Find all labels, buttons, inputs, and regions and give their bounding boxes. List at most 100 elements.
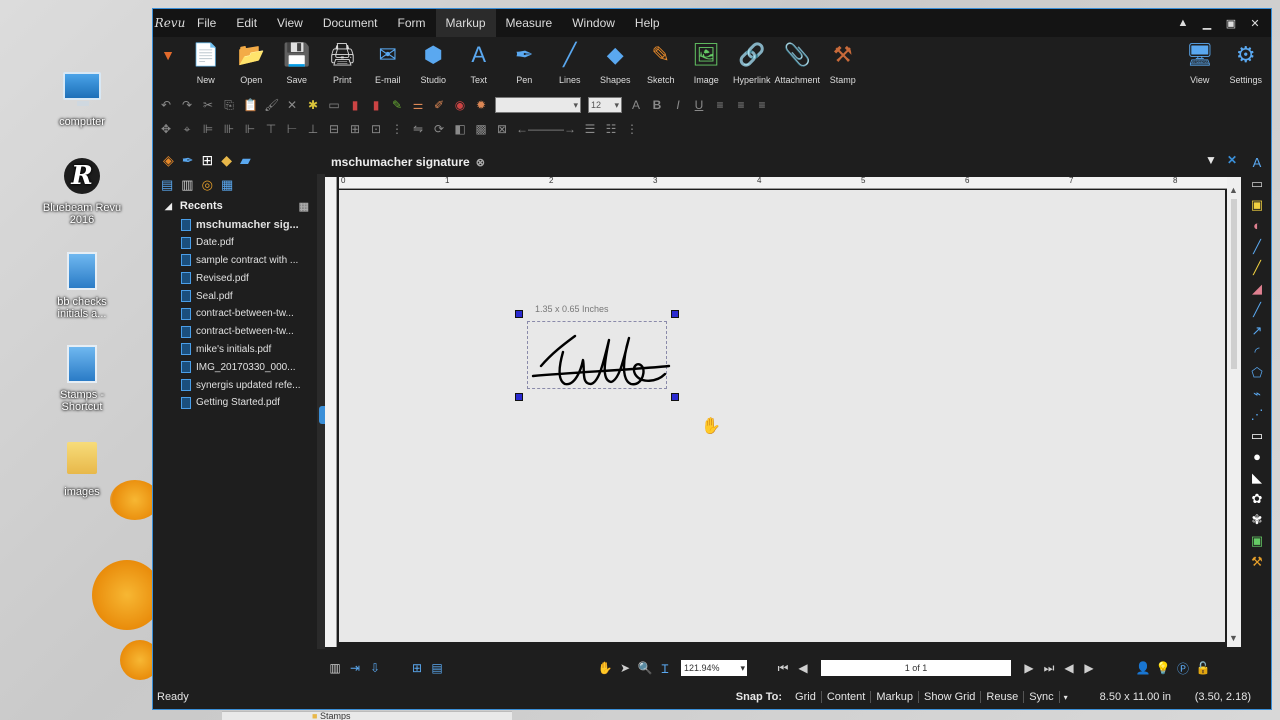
menu-edit[interactable]: Edit bbox=[226, 9, 267, 37]
resize-handle-top-left[interactable] bbox=[515, 310, 523, 318]
select-tool-icon[interactable]: ➤ bbox=[615, 661, 635, 675]
sync-dropdown-icon[interactable]: ▾ bbox=[1064, 693, 1068, 702]
ribbon-print-button[interactable]: 🖨 Print bbox=[320, 41, 366, 85]
previous-view-icon[interactable]: ◀ bbox=[1059, 661, 1079, 675]
recent-file-item[interactable]: contract-between-tw... bbox=[155, 323, 317, 341]
desktop-icon-bluebeam[interactable]: R Bluebeam Revu 2016 bbox=[42, 156, 122, 226]
redo-icon[interactable]: ↷ bbox=[180, 98, 194, 112]
group-icon[interactable]: ⊞ bbox=[348, 122, 362, 136]
image-tool-icon[interactable]: ✹ bbox=[474, 98, 488, 112]
first-page-icon[interactable]: ⏮ bbox=[773, 661, 793, 676]
continuous-icon[interactable]: ▤ bbox=[427, 661, 447, 675]
align-middle-icon[interactable]: ⊢ bbox=[285, 122, 299, 136]
align-left-edge-icon[interactable]: ⊫ bbox=[201, 122, 215, 136]
split-view-icon[interactable]: ▥ bbox=[325, 661, 345, 675]
gps-icon[interactable]: ◎ bbox=[202, 177, 213, 193]
eraser-tool-icon[interactable]: ◐ bbox=[1249, 218, 1265, 234]
cut-icon[interactable]: ✂ bbox=[201, 98, 215, 112]
recent-file-item[interactable]: sample contract with ... bbox=[155, 252, 317, 270]
collapse-arrow-icon[interactable]: ◢ bbox=[165, 201, 172, 212]
tip-icon[interactable]: 💡 bbox=[1153, 661, 1173, 675]
import-icon[interactable]: ⇥ bbox=[345, 661, 365, 675]
resize-handle-top-right[interactable] bbox=[671, 310, 679, 318]
ribbon-stamp-button[interactable]: ⚒ Stamp bbox=[820, 41, 866, 85]
fill-color-icon[interactable]: ▮ bbox=[369, 98, 383, 112]
user-icon[interactable]: 👤 bbox=[1133, 661, 1153, 675]
distribute-icon[interactable]: ⊟ bbox=[327, 122, 341, 136]
signature-markup[interactable] bbox=[515, 310, 679, 401]
cloud-plus-tool-icon[interactable]: ✾ bbox=[1249, 512, 1265, 528]
move-icon[interactable]: ✥ bbox=[159, 122, 173, 136]
cloud-tool-icon[interactable]: ✿ bbox=[1249, 491, 1265, 507]
ribbon-new-button[interactable]: 📄 New bbox=[183, 41, 229, 85]
ribbon-text-button[interactable]: A Text bbox=[456, 41, 502, 85]
file-access-tab-icon[interactable]: ◆ bbox=[221, 152, 232, 169]
bold-icon[interactable]: B bbox=[650, 98, 664, 112]
document-canvas[interactable] bbox=[339, 190, 1225, 642]
arc-tool-icon[interactable]: ◜ bbox=[1249, 344, 1265, 360]
image-tool-icon[interactable]: ▣ bbox=[1249, 533, 1265, 549]
highlighter-tool-icon[interactable]: ╱ bbox=[1249, 260, 1265, 276]
resize-handle-bottom-right[interactable] bbox=[671, 393, 679, 401]
recent-file-item[interactable]: Seal.pdf bbox=[155, 287, 317, 305]
fit-page-icon[interactable]: ⊞ bbox=[407, 661, 427, 675]
ribbon-lines-button[interactable]: ╱ Lines bbox=[547, 41, 593, 85]
ribbon-studio-button[interactable]: ⬢ Studio bbox=[411, 41, 457, 85]
menu-document[interactable]: Document bbox=[313, 9, 388, 37]
ribbon-save-button[interactable]: 💾 Save bbox=[274, 41, 320, 85]
line-width-icon[interactable]: ←———→ bbox=[516, 122, 576, 136]
export-icon[interactable]: ⇩ bbox=[365, 661, 385, 675]
line-color-icon[interactable]: ▮ bbox=[348, 98, 362, 112]
ribbon-open-button[interactable]: 📂 Open bbox=[229, 41, 275, 85]
recent-file-item[interactable]: contract-between-tw... bbox=[155, 305, 317, 323]
callout-tool-icon[interactable]: ⋰ bbox=[1249, 407, 1265, 423]
open-files-icon[interactable]: ▥ bbox=[181, 177, 193, 193]
delete-icon[interactable]: ✕ bbox=[285, 98, 299, 112]
menu-view[interactable]: View bbox=[267, 9, 313, 37]
scroll-thumb[interactable] bbox=[1231, 199, 1237, 369]
grid-view-icon[interactable]: ▦ bbox=[299, 200, 309, 213]
recent-files-icon[interactable]: ▤ bbox=[161, 177, 173, 193]
tab-list-icon[interactable]: ▼ bbox=[1205, 153, 1217, 167]
stamp-tool-icon[interactable]: ◉ bbox=[453, 98, 467, 112]
panel-splitter[interactable] bbox=[317, 174, 325, 649]
tool-chest-icon[interactable]: ✎ bbox=[390, 98, 404, 112]
recent-file-item[interactable]: Revised.pdf bbox=[155, 269, 317, 287]
ribbon-e-mail-button[interactable]: ✉ E-mail bbox=[365, 41, 411, 85]
menu-form[interactable]: Form bbox=[388, 9, 436, 37]
align-right-icon[interactable]: ≡ bbox=[755, 98, 769, 112]
brush-icon[interactable]: ⚌ bbox=[411, 98, 425, 112]
stamp-tool-icon[interactable]: ▭ bbox=[1249, 176, 1265, 192]
align-bottom-icon[interactable]: ⊥ bbox=[306, 122, 320, 136]
italic-icon[interactable]: I bbox=[671, 98, 685, 112]
highlight-icon[interactable]: ✱ bbox=[306, 98, 320, 112]
markup-tab-icon[interactable]: ✒ bbox=[182, 152, 194, 169]
snap-grid-toggle[interactable]: Grid bbox=[790, 691, 822, 703]
format-painter-icon[interactable]: 🖌 bbox=[264, 98, 279, 112]
undo-icon[interactable]: ↶ bbox=[159, 98, 173, 112]
studio-tab-icon[interactable]: ▰ bbox=[240, 152, 251, 169]
recent-file-item[interactable]: IMG_20170330_000... bbox=[155, 358, 317, 376]
pattern-icon[interactable]: ⊠ bbox=[495, 122, 509, 136]
scroll-down-icon[interactable]: ▼ bbox=[1229, 633, 1238, 643]
menu-window[interactable]: Window bbox=[562, 9, 625, 37]
properties-icon[interactable]: Ⓟ bbox=[1173, 660, 1193, 677]
font-family-select[interactable] bbox=[495, 97, 581, 113]
polyline-tool-icon[interactable]: ⬠ bbox=[1249, 365, 1265, 381]
recent-file-item[interactable]: mschumacher sig... bbox=[155, 216, 317, 234]
align-top-icon[interactable]: ⊤ bbox=[264, 122, 278, 136]
page-number-field[interactable]: 1 of 1 bbox=[821, 660, 1011, 676]
tool-chest-tab-icon[interactable]: ◈ bbox=[163, 152, 174, 169]
pencil-icon[interactable]: ✐ bbox=[432, 98, 446, 112]
select-text-icon[interactable]: Ɪ bbox=[655, 660, 675, 677]
copy-icon[interactable]: ⎘ bbox=[222, 98, 236, 113]
scroll-up-icon[interactable]: ▲ bbox=[1229, 185, 1238, 195]
eraser-icon[interactable]: ▭ bbox=[327, 98, 341, 112]
resize-handle-bottom-left[interactable] bbox=[515, 393, 523, 401]
recent-file-item[interactable]: Getting Started.pdf bbox=[155, 394, 317, 412]
next-page-icon[interactable]: ▶ bbox=[1019, 661, 1039, 675]
close-icon[interactable]: ✕ bbox=[1245, 17, 1265, 30]
numbered-list-icon[interactable]: ☷ bbox=[604, 122, 618, 136]
reuse-toggle[interactable]: Reuse bbox=[981, 691, 1025, 703]
hatch-icon[interactable]: ▩ bbox=[474, 122, 488, 136]
